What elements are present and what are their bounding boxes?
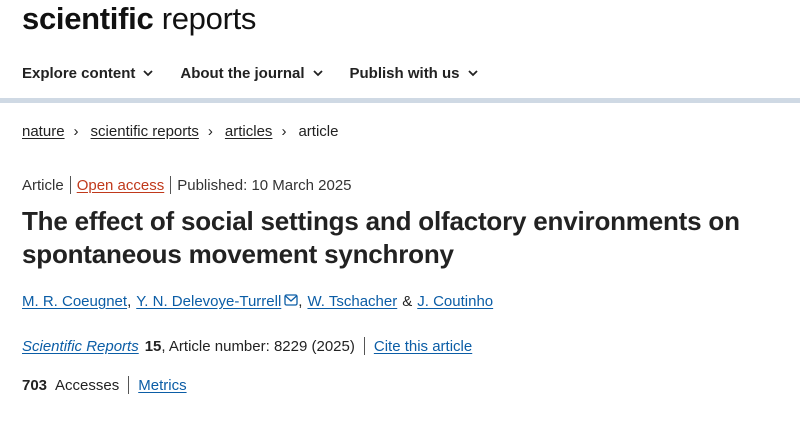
accesses-label: Accesses <box>55 376 120 394</box>
citation-divider <box>363 337 365 355</box>
published-date: Published: 10 March 2025 <box>177 176 352 194</box>
breadcrumb-current: article <box>298 123 339 140</box>
accesses-count: 703 <box>22 376 48 394</box>
metrics-line: 703 Accesses Metrics <box>22 376 187 394</box>
header-divider <box>0 98 800 103</box>
article-number: , Article number: 8229 (2025) <box>161 337 355 355</box>
article-title: The effect of social settings and olfact… <box>22 206 740 269</box>
open-access-link[interactable]: Open access <box>77 177 165 194</box>
breadcrumb-scientific-reports[interactable]: scientific reports <box>91 123 199 140</box>
nav-explore-content[interactable]: Explore content <box>22 65 154 82</box>
author-link[interactable]: J. Coutinho <box>417 293 493 310</box>
mail-icon[interactable] <box>284 293 298 306</box>
author-link[interactable]: M. R. Coeugnet <box>22 293 127 310</box>
article-type: Article <box>22 176 64 194</box>
volume-number: 15 <box>144 337 162 355</box>
breadcrumb-articles[interactable]: articles <box>225 123 273 140</box>
metrics-link[interactable]: Metrics <box>138 377 186 394</box>
logo-bold-text: scientific <box>22 1 154 36</box>
author-separator: & <box>402 293 413 310</box>
citation-line: Scientific Reports 15 , Article number: … <box>22 337 472 355</box>
logo-light-text: reports <box>161 1 257 36</box>
nav-publish-with-us[interactable]: Publish with us <box>350 65 479 82</box>
breadcrumb: nature › scientific reports › articles ›… <box>22 123 338 140</box>
chevron-down-icon <box>142 67 154 79</box>
journal-link[interactable]: Scientific Reports <box>22 338 139 355</box>
breadcrumb-separator: › <box>207 123 213 140</box>
author-link[interactable]: Y. N. Delevoye-Turrell <box>136 293 281 310</box>
nav-publish-with-us-label: Publish with us <box>349 64 460 82</box>
meta-divider <box>69 176 71 194</box>
main-nav: Explore content About the journal Publis… <box>22 62 505 84</box>
breadcrumb-nature[interactable]: nature <box>22 123 65 140</box>
nav-about-journal-label: About the journal <box>180 64 305 82</box>
cite-article-link[interactable]: Cite this article <box>374 338 472 355</box>
author-separator: , <box>298 293 303 310</box>
breadcrumb-separator: › <box>281 123 287 140</box>
article-meta: Article Open access Published: 10 March … <box>22 176 352 194</box>
chevron-down-icon <box>312 67 324 79</box>
site-logo[interactable]: scientific reports <box>22 1 256 37</box>
nav-about-journal[interactable]: About the journal <box>180 65 323 82</box>
meta-divider <box>170 176 172 194</box>
author-separator: , <box>127 293 132 310</box>
nav-explore-content-label: Explore content <box>22 64 136 82</box>
author-list: M. R. Coeugnet , Y. N. Delevoye-Turrell … <box>22 293 493 310</box>
metrics-divider <box>128 376 130 394</box>
chevron-down-icon <box>467 67 479 79</box>
breadcrumb-separator: › <box>73 123 79 140</box>
author-link[interactable]: W. Tschacher <box>307 293 397 310</box>
